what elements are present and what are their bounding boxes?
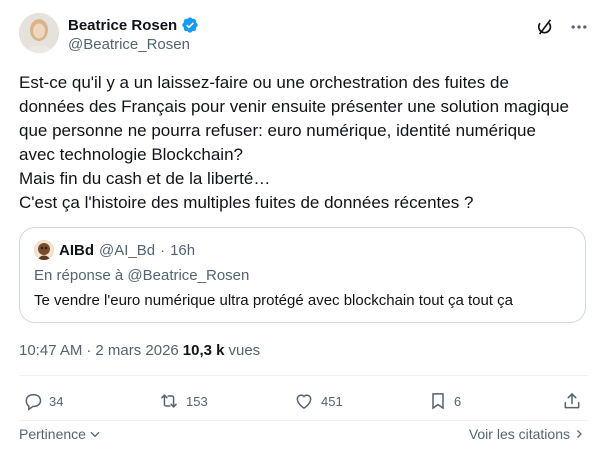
quoted-author-name: AIBd — [59, 241, 94, 259]
like-count: 451 — [321, 393, 343, 409]
author-handle[interactable]: @Beatrice_Rosen — [68, 36, 199, 53]
quoted-time: 16h — [170, 241, 196, 259]
reply-icon — [25, 394, 42, 411]
relevance-label: Pertinence — [19, 426, 86, 442]
header-actions — [535, 17, 589, 37]
tweet-time[interactable]: 10:47 AM — [19, 342, 82, 359]
chevron-right-icon — [577, 430, 582, 438]
action-bar: 34 153 451 6 — [19, 391, 584, 415]
tweet-line: avec technologie Blockchain? — [19, 145, 243, 164]
tweet-meta: 10:47 AM · 2 mars 2026 10,3 k vues — [19, 342, 260, 359]
tweet-text: Est-ce qu'il y a un laissez-faire ou une… — [19, 71, 587, 215]
reply-count: 34 — [49, 393, 64, 409]
view-quotes-link[interactable]: Voir les citations — [469, 426, 585, 442]
tweet-line: Est-ce qu'il y a un laissez-faire ou une… — [19, 73, 509, 92]
repost-button[interactable]: 153 — [158, 391, 208, 411]
tweet-line: C'est ça l'histoire des multiples fuites… — [19, 193, 474, 212]
heart-icon — [296, 394, 312, 409]
grok-icon[interactable] — [535, 17, 555, 37]
repost-icon — [161, 394, 177, 408]
quoted-tweet-header: AIBd @AI_Bd · 16h — [34, 240, 195, 260]
author-names: Beatrice Rosen @Beatrice_Rosen — [68, 15, 199, 53]
tweet-line: Mais fin du cash et de la liberté… — [19, 169, 271, 188]
tweet-header: Beatrice Rosen @Beatrice_Rosen — [19, 13, 589, 57]
quoted-author-handle: @AI_Bd — [99, 241, 156, 259]
tweet-date[interactable]: 2 mars 2026 — [95, 342, 178, 359]
meta-separator: · — [86, 342, 92, 359]
quoted-tweet[interactable]: AIBd @AI_Bd · 16h En réponse à @Beatrice… — [19, 227, 586, 323]
like-button[interactable]: 451 — [293, 391, 343, 411]
views-label: vues — [228, 342, 261, 359]
repost-count: 153 — [186, 393, 208, 409]
quoted-author-avatar — [34, 240, 54, 260]
tweet-line: données des Français pour venir ensuite … — [19, 97, 570, 116]
bookmark-button[interactable]: 6 — [428, 391, 461, 411]
more-icon[interactable] — [569, 17, 589, 37]
divider — [19, 420, 588, 421]
tweet-line: que personne ne pourra refuser: euro num… — [19, 121, 536, 140]
relevance-sort[interactable]: Pertinence — [19, 426, 102, 442]
author-avatar[interactable] — [19, 13, 59, 53]
bookmark-icon — [432, 393, 444, 410]
quoted-separator: · — [160, 241, 166, 259]
author-name[interactable]: Beatrice Rosen — [68, 17, 177, 34]
share-button[interactable] — [562, 391, 582, 411]
divider — [19, 375, 588, 376]
reply-button[interactable]: 34 — [23, 391, 63, 411]
quoted-text: Te vendre l'euro numérique ultra protégé… — [34, 292, 513, 309]
view-quotes-label: Voir les citations — [468, 426, 570, 442]
quoted-reply-to: En réponse à @Beatrice_Rosen — [34, 267, 250, 284]
bookmark-count: 6 — [454, 393, 462, 409]
chevron-down-icon — [90, 431, 100, 438]
views-count: 10,3 k — [182, 342, 225, 359]
verified-badge-icon — [181, 16, 199, 34]
share-icon — [564, 393, 580, 409]
